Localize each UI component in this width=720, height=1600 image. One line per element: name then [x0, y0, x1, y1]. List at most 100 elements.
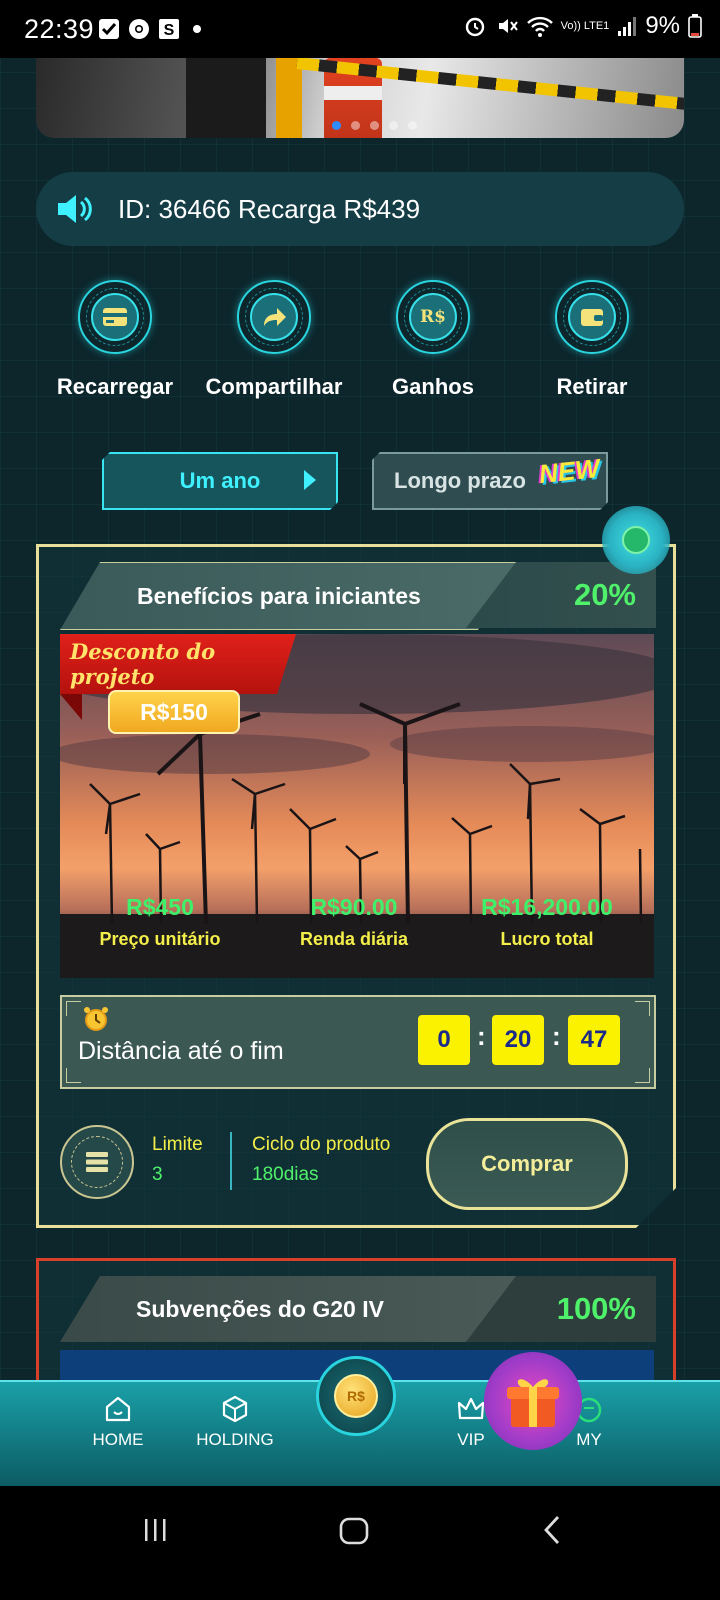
dot-notification-icon	[192, 17, 202, 41]
customer-support-button[interactable]	[602, 506, 670, 574]
action-label: Recarregar	[56, 374, 174, 399]
status-right-group: Vo)) LTE1 9%	[463, 12, 702, 40]
battery-icon	[688, 14, 702, 38]
banner-dot[interactable]	[408, 121, 417, 130]
stat-unit-price: R$450 Preço unitário	[60, 894, 260, 950]
alarm-clock-icon	[84, 1007, 108, 1031]
nav-holding[interactable]: HOLDING	[180, 1394, 290, 1450]
countdown-label: Distância até o fim	[78, 1037, 284, 1065]
stat-daily-income: R$90.00 Renda diária	[254, 894, 454, 950]
info-divider	[230, 1132, 232, 1190]
wallet-icon	[581, 309, 603, 326]
product-2-title: Subvenções do G20 IV	[136, 1295, 384, 1322]
checkbox-notification-icon	[98, 17, 120, 41]
banner-dot-active[interactable]	[332, 121, 341, 130]
stat-total-profit: R$16,200.00 Lucro total	[447, 894, 647, 950]
currency-icon: R$	[409, 293, 457, 341]
recent-apps-icon[interactable]	[142, 1516, 170, 1544]
wifi-icon	[526, 16, 553, 37]
stack-icon	[86, 1152, 108, 1172]
banner-dot[interactable]	[351, 121, 360, 130]
cycle-label: Ciclo do produto	[252, 1134, 391, 1155]
mute-icon	[498, 19, 518, 33]
home-system-icon[interactable]	[338, 1516, 370, 1546]
banner-dot[interactable]	[370, 121, 379, 130]
box-icon	[222, 1395, 248, 1423]
action-ring	[237, 280, 311, 354]
new-badge: NEW	[537, 452, 602, 490]
nav-center-coin[interactable]: R$	[316, 1356, 396, 1436]
back-icon[interactable]	[540, 1514, 564, 1546]
home-icon	[105, 1396, 131, 1422]
arrow-right-icon	[304, 470, 316, 490]
action-ring	[78, 280, 152, 354]
gift-icon	[507, 1379, 559, 1427]
signal-icon	[618, 17, 637, 36]
battery-percent: 9%	[645, 12, 680, 39]
network-label: Vo)) LTE1	[560, 19, 610, 32]
action-label: Retirar	[556, 374, 628, 399]
nav-label: HOLDING	[196, 1430, 274, 1449]
system-nav-bar	[0, 1486, 720, 1600]
tab-label: Longo prazo	[394, 468, 526, 493]
svg-text:S: S	[164, 22, 175, 39]
action-label: Ganhos	[392, 374, 474, 399]
tab-um-ano[interactable]: Um ano	[102, 452, 338, 510]
speaker-icon	[58, 195, 92, 223]
product-2-percent: 100%	[556, 1291, 636, 1326]
corner-mark	[66, 1068, 81, 1083]
card-icon	[103, 308, 127, 326]
action-retirar[interactable]: Retirar	[507, 280, 677, 400]
stat-value: R$16,200.00	[481, 894, 613, 920]
discount-badge: R$150	[108, 690, 240, 734]
limit-label: Limite	[152, 1134, 203, 1155]
support-icon	[622, 526, 650, 554]
banner-dot[interactable]	[389, 121, 398, 130]
s-app-icon: S	[158, 17, 180, 41]
countdown-minutes: 20	[492, 1015, 544, 1065]
limit-icon	[60, 1125, 134, 1199]
corner-mark	[635, 1068, 650, 1083]
stat-value: R$450	[126, 894, 194, 920]
corner-mark	[635, 1001, 650, 1016]
nav-home[interactable]: HOME	[63, 1394, 173, 1450]
tab-label: Um ano	[179, 468, 261, 493]
action-label: Compartilhar	[205, 374, 343, 399]
action-recarregar[interactable]: Recarregar	[30, 280, 200, 400]
banner-pole-shape	[276, 58, 302, 138]
corner-mark	[66, 1001, 81, 1016]
nav-label: MY	[576, 1430, 602, 1449]
tab-longo-prazo[interactable]: Longo prazo NEW	[372, 452, 608, 510]
product-title: Benefícios para iniciantes	[137, 582, 421, 609]
notice-bar: ID: 36466 Recarga R$439	[36, 172, 684, 246]
banner-person-shape	[186, 58, 266, 138]
buy-button[interactable]: Comprar	[426, 1118, 628, 1210]
share-icon	[264, 308, 286, 326]
stat-label: Preço unitário	[99, 929, 221, 949]
cycle-value: 180dias	[252, 1164, 319, 1185]
discount-ribbon: Desconto do projeto	[60, 634, 296, 694]
countdown-seconds: 47	[568, 1015, 620, 1065]
status-bar: 22:39 S Vo)) LTE1 9%	[0, 0, 720, 58]
gift-button[interactable]	[484, 1352, 582, 1450]
chrome-icon	[128, 17, 150, 41]
banner-pagination	[332, 121, 417, 130]
action-ring: R$	[396, 280, 470, 354]
product-2-title-bar: Subvenções do G20 IV	[60, 1276, 516, 1342]
action-ganhos[interactable]: R$ Ganhos	[348, 280, 518, 400]
status-time: 22:39	[24, 14, 95, 44]
limit-value: 3	[152, 1164, 163, 1185]
action-ring	[555, 280, 629, 354]
notice-text: ID: 36466 Recarga R$439	[118, 193, 421, 224]
alarm-icon	[465, 17, 484, 37]
action-compartilhar[interactable]: Compartilhar	[189, 280, 359, 400]
product-percent: 20%	[573, 577, 636, 612]
promo-banner[interactable]	[36, 58, 684, 138]
countdown-colon: :	[552, 1021, 561, 1051]
ribbon-text: Desconto do projeto	[70, 639, 216, 689]
crown-icon	[457, 1397, 485, 1420]
stat-label: Lucro total	[500, 929, 594, 949]
nav-label: HOME	[92, 1430, 144, 1449]
countdown-colon: :	[477, 1021, 486, 1051]
nav-label: VIP	[457, 1430, 485, 1449]
